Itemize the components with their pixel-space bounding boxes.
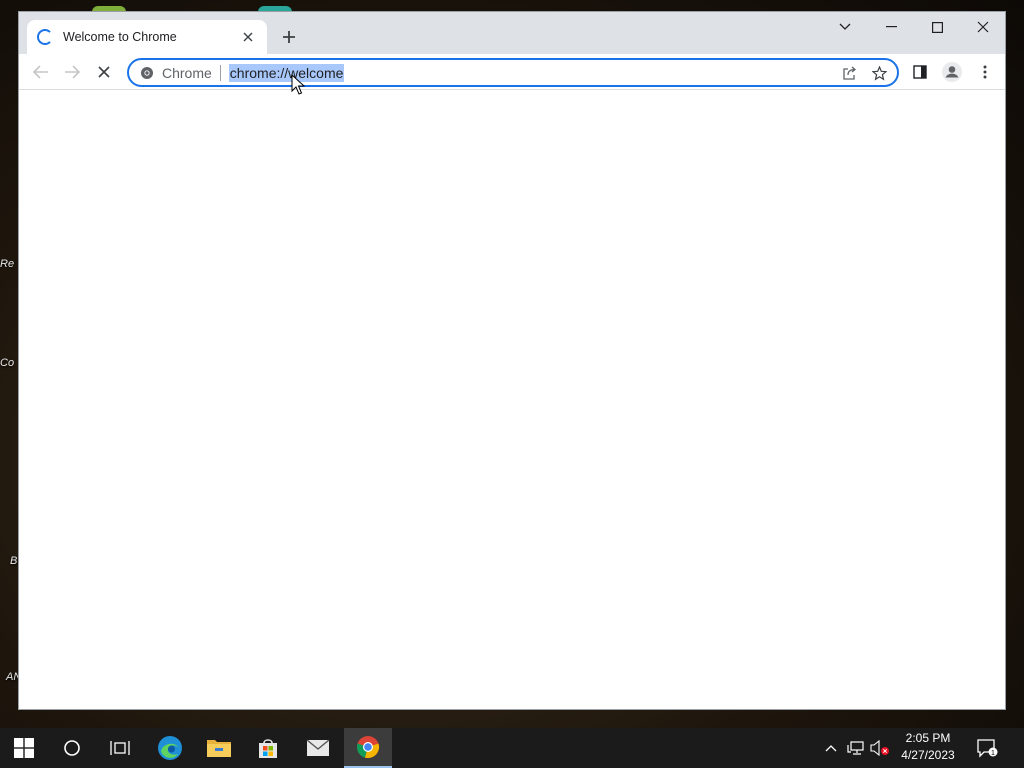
share-button[interactable] bbox=[837, 62, 861, 84]
minimize-icon bbox=[885, 26, 897, 28]
network-button[interactable] bbox=[845, 728, 867, 768]
mail-icon bbox=[306, 739, 330, 756]
system-clock[interactable]: 2:05 PM 4/27/2023 bbox=[890, 730, 966, 766]
edge-icon bbox=[158, 736, 182, 760]
start-icon bbox=[14, 738, 34, 758]
mail-button[interactable] bbox=[294, 728, 342, 768]
tab-welcome[interactable]: Welcome to Chrome bbox=[27, 20, 267, 54]
task-view-button[interactable] bbox=[96, 728, 144, 768]
show-hidden-icons-button[interactable] bbox=[822, 728, 840, 768]
chrome-icon bbox=[356, 736, 380, 759]
menu-button[interactable] bbox=[971, 58, 999, 86]
search-icon bbox=[64, 740, 80, 756]
tab-search-button[interactable] bbox=[822, 12, 868, 42]
avatar-icon bbox=[942, 62, 962, 82]
chevron-down-icon bbox=[839, 23, 851, 30]
url-text[interactable]: chrome://welcome bbox=[228, 63, 345, 82]
star-icon bbox=[871, 65, 887, 81]
taskbar: 2:05 PM 4/27/2023 1 bbox=[0, 728, 1024, 768]
chrome-taskbar-button[interactable] bbox=[344, 728, 392, 768]
close-icon bbox=[243, 32, 253, 42]
notification-count: 1 bbox=[991, 750, 995, 757]
back-button[interactable] bbox=[27, 58, 55, 86]
task-view-icon bbox=[110, 741, 130, 755]
edge-button[interactable] bbox=[146, 728, 194, 768]
loading-spinner-icon bbox=[37, 29, 53, 45]
file-explorer-icon bbox=[207, 740, 231, 757]
plus-icon bbox=[283, 31, 295, 43]
more-vert-icon bbox=[983, 65, 987, 79]
title-bar[interactable]: Welcome to Chrome bbox=[19, 12, 1005, 54]
chrome-site-icon[interactable] bbox=[138, 64, 156, 82]
volume-muted-icon bbox=[870, 740, 889, 756]
profile-button[interactable] bbox=[938, 58, 966, 86]
action-center-button[interactable]: 1 bbox=[972, 728, 1002, 768]
clock-date: 4/27/2023 bbox=[901, 748, 955, 762]
share-icon bbox=[842, 66, 856, 80]
file-explorer-button[interactable] bbox=[195, 728, 243, 768]
arrow-left-icon bbox=[33, 65, 48, 79]
maximize-icon bbox=[931, 21, 943, 33]
close-icon bbox=[977, 21, 989, 33]
forward-button[interactable] bbox=[58, 58, 86, 86]
volume-button[interactable] bbox=[869, 728, 891, 768]
mouse-cursor-icon bbox=[291, 74, 305, 95]
toolbar: Chrome chrome://welcome bbox=[19, 54, 1005, 90]
side-panel-icon bbox=[913, 65, 927, 79]
maximize-button[interactable] bbox=[914, 12, 960, 42]
network-icon bbox=[847, 741, 864, 755]
store-button[interactable] bbox=[244, 728, 292, 768]
stop-loading-button[interactable] bbox=[90, 58, 118, 86]
notification-icon: 1 bbox=[977, 739, 998, 758]
stop-icon bbox=[98, 66, 110, 78]
arrow-right-icon bbox=[65, 65, 80, 79]
store-icon bbox=[259, 739, 277, 758]
chrome-logo-icon bbox=[141, 66, 153, 79]
desktop-icon-label[interactable]: Co bbox=[0, 357, 14, 369]
search-button[interactable] bbox=[48, 728, 96, 768]
desktop-icon-label[interactable]: B bbox=[10, 555, 17, 567]
desktop-icon-label[interactable]: Re bbox=[0, 258, 14, 270]
address-bar[interactable]: Chrome chrome://welcome bbox=[127, 58, 899, 87]
start-button[interactable] bbox=[0, 728, 48, 768]
omnibox-divider bbox=[219, 64, 221, 81]
site-chip-label[interactable]: Chrome bbox=[162, 65, 212, 81]
close-window-button[interactable] bbox=[960, 12, 1006, 42]
chevron-up-icon bbox=[825, 745, 837, 752]
page-content[interactable] bbox=[19, 91, 1005, 709]
bookmark-button[interactable] bbox=[867, 62, 891, 84]
side-panel-button[interactable] bbox=[906, 58, 934, 86]
new-tab-button[interactable] bbox=[277, 25, 301, 49]
tab-title: Welcome to Chrome bbox=[63, 30, 177, 44]
clock-time: 2:05 PM bbox=[905, 731, 951, 745]
tab-close-button[interactable] bbox=[239, 28, 257, 46]
chrome-window: Welcome to Chrome Chrome chrome://welcom… bbox=[18, 11, 1006, 710]
minimize-button[interactable] bbox=[868, 12, 914, 42]
